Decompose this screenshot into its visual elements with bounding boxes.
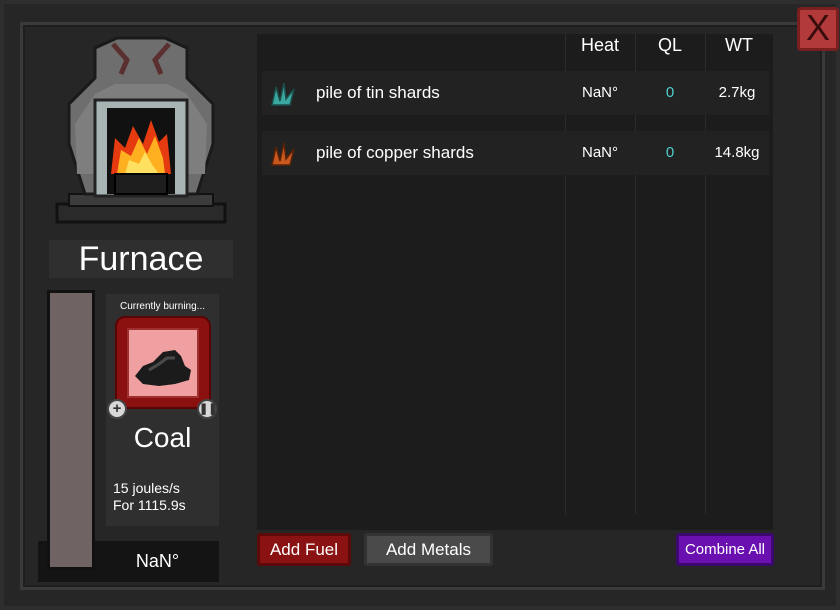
add-fuel-button[interactable]: Add Fuel (257, 533, 351, 566)
metals-table: Heat QL WT pile of tin shards NaN° 0 2.7… (257, 34, 773, 530)
fuel-slot-inner (127, 328, 199, 398)
tin-shards-icon (271, 82, 295, 106)
coal-icon (135, 350, 191, 386)
burning-status-label: Currently burning... (119, 301, 206, 312)
fuel-panel: Currently burning... + ❚❚ Coal 15 joules… (106, 294, 219, 526)
fuel-duration: For 1115.9s (113, 497, 186, 513)
column-header-wt: WT (725, 35, 753, 55)
furnace-icon (55, 36, 227, 224)
combine-all-button[interactable]: Combine All (676, 533, 774, 566)
item-quality: 0 (665, 144, 675, 161)
pause-burning-button[interactable]: ❚❚ (197, 399, 217, 419)
item-name: pile of copper shards (316, 143, 474, 162)
temperature-bar (47, 290, 95, 570)
item-heat: NaN° (581, 84, 618, 101)
furnace-title: Furnace (49, 240, 233, 278)
close-button[interactable]: X (797, 7, 839, 51)
item-weight: 14.8kg (714, 144, 760, 161)
pause-icon: ❚❚ (199, 403, 218, 415)
add-fuel-slot-button[interactable]: + (107, 399, 127, 419)
item-weight: 2.7kg (718, 84, 756, 101)
item-heat: NaN° (581, 144, 618, 161)
fuel-slot[interactable] (115, 316, 211, 409)
item-name: pile of tin shards (316, 83, 440, 102)
add-metals-button[interactable]: Add Metals (364, 533, 493, 566)
temperature-value: NaN° (135, 551, 180, 571)
item-quality: 0 (665, 84, 675, 101)
copper-shards-icon (271, 142, 295, 166)
fuel-rate: 15 joules/s (113, 480, 180, 496)
column-header-ql: QL (657, 35, 682, 55)
table-row[interactable]: pile of tin shards NaN° 0 2.7kg (262, 71, 769, 115)
column-header-heat: Heat (580, 35, 620, 55)
table-row[interactable]: pile of copper shards NaN° 0 14.8kg (262, 131, 769, 175)
plus-icon: + (112, 400, 122, 417)
fuel-name: Coal (133, 422, 192, 453)
